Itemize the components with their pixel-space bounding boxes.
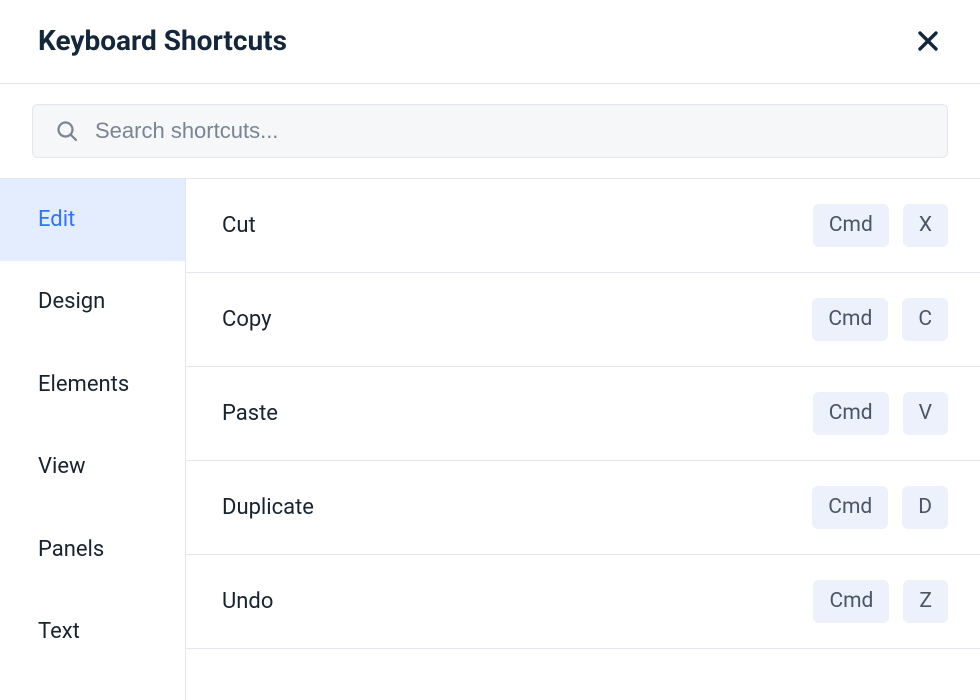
shortcut-label: Duplicate — [222, 495, 314, 520]
sidebar-item-elements[interactable]: Elements — [0, 344, 185, 426]
category-sidebar: Edit Design Elements View Panels Text — [0, 179, 186, 700]
sidebar-item-label: Panels — [38, 537, 104, 562]
sidebar-item-panels[interactable]: Panels — [0, 509, 185, 591]
search-box[interactable] — [32, 104, 948, 158]
shortcut-keys: Cmd Z — [813, 580, 948, 623]
key-badge: Cmd — [812, 486, 888, 529]
shortcut-list: Cut Cmd X Copy Cmd C Paste Cmd V — [186, 179, 980, 700]
key-badge: Cmd — [813, 204, 889, 247]
shortcut-keys: Cmd X — [813, 204, 948, 247]
key-badge: Cmd — [813, 580, 889, 623]
sidebar-item-label: Elements — [38, 372, 129, 397]
sidebar-item-text[interactable]: Text — [0, 591, 185, 673]
sidebar-item-label: Edit — [38, 207, 75, 232]
sidebar-item-label: View — [38, 454, 86, 479]
sidebar-item-edit[interactable]: Edit — [0, 179, 185, 261]
key-badge: C — [902, 298, 948, 341]
shortcut-row: Undo Cmd Z — [186, 555, 980, 649]
key-badge: X — [903, 204, 948, 247]
search-input[interactable] — [95, 118, 925, 144]
dialog-title: Keyboard Shortcuts — [38, 24, 287, 57]
search-section — [0, 84, 980, 178]
keyboard-shortcuts-dialog: Keyboard Shortcuts Edit — [0, 0, 980, 700]
dialog-header: Keyboard Shortcuts — [0, 0, 980, 83]
shortcut-row: Cut Cmd X — [186, 179, 980, 273]
shortcut-row: Copy Cmd C — [186, 273, 980, 367]
shortcut-label: Paste — [222, 401, 278, 426]
sidebar-item-label: Text — [38, 619, 80, 644]
search-icon — [55, 119, 79, 143]
shortcut-row: Paste Cmd V — [186, 367, 980, 461]
key-badge: Cmd — [812, 298, 888, 341]
sidebar-item-view[interactable]: View — [0, 426, 185, 508]
dialog-body: Edit Design Elements View Panels Text Cu… — [0, 178, 980, 700]
close-icon — [917, 30, 939, 52]
shortcut-label: Copy — [222, 307, 272, 332]
key-badge: Z — [903, 580, 948, 623]
key-badge: Cmd — [813, 392, 889, 435]
shortcut-label: Cut — [222, 213, 256, 238]
sidebar-item-design[interactable]: Design — [0, 261, 185, 343]
shortcut-keys: Cmd D — [812, 486, 948, 529]
key-badge: V — [903, 392, 948, 435]
shortcut-keys: Cmd C — [812, 298, 948, 341]
sidebar-item-label: Design — [38, 289, 105, 314]
key-badge: D — [902, 486, 948, 529]
shortcut-label: Undo — [222, 589, 273, 614]
shortcut-row: Duplicate Cmd D — [186, 461, 980, 555]
shortcut-keys: Cmd V — [813, 392, 948, 435]
close-button[interactable] — [914, 27, 942, 55]
